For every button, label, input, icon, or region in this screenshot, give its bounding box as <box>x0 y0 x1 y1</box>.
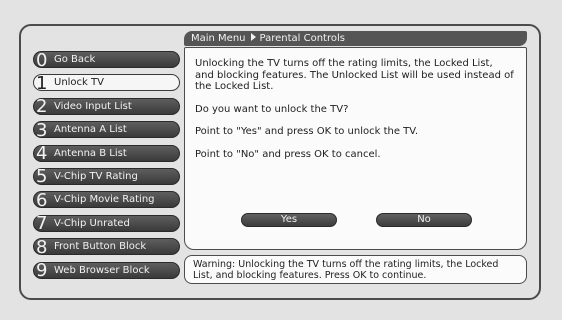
menu-item-number: 5 <box>36 166 48 188</box>
unlock-dialog: Unlocking the TV turns off the rating li… <box>184 47 527 250</box>
menu-item-number: 0 <box>36 49 48 71</box>
menu-item-number: 8 <box>36 236 48 258</box>
menu-item-label: Antenna A List <box>54 124 127 136</box>
menu-item-label: V-Chip Unrated <box>54 217 130 229</box>
parental-controls-menu: 0 Go Back 1 Unlock TV 2 Video Input List… <box>33 51 180 285</box>
menu-item-number: 9 <box>36 260 48 282</box>
menu-item-label: V-Chip TV Rating <box>54 170 138 182</box>
menu-item-number: 3 <box>36 119 48 141</box>
dialog-yes-hint: Point to "Yes" and press OK to unlock th… <box>195 126 419 137</box>
menu-item-antenna-a-list[interactable]: 3 Antenna A List <box>33 119 180 141</box>
menu-item-web-browser-block[interactable]: 9 Web Browser Block <box>33 260 180 282</box>
menu-item-label: Video Input List <box>54 100 132 112</box>
menu-item-antenna-b-list[interactable]: 4 Antenna B List <box>33 143 180 165</box>
menu-item-number: 6 <box>36 189 48 211</box>
menu-item-label: Go Back <box>54 54 96 65</box>
menu-item-number: 7 <box>36 213 48 235</box>
dialog-button-row: Yes No <box>241 213 481 227</box>
breadcrumb-root: Main Menu <box>191 33 246 44</box>
breadcrumb: Main Menu Parental Controls <box>184 31 527 46</box>
menu-item-number: 2 <box>36 96 48 118</box>
menu-item-label: Unlock TV <box>54 77 104 89</box>
breadcrumb-current: Parental Controls <box>259 33 345 44</box>
menu-item-video-input-list[interactable]: 2 Video Input List <box>33 96 180 118</box>
menu-item-number: 1 <box>36 72 48 94</box>
menu-item-vchip-tv-rating[interactable]: 5 V-Chip TV Rating <box>33 166 180 188</box>
warning-message: Warning: Unlocking the TV turns off the … <box>184 255 527 284</box>
dialog-description: Unlocking the TV turns off the rating li… <box>195 58 514 92</box>
menu-item-label: Antenna B List <box>54 147 127 159</box>
menu-item-unlock-tv[interactable]: 1 Unlock TV <box>33 72 180 94</box>
menu-item-label: V-Chip Movie Rating <box>54 194 155 206</box>
menu-item-go-back[interactable]: 0 Go Back <box>33 49 180 71</box>
yes-button[interactable]: Yes <box>241 213 337 227</box>
menu-item-label: Web Browser Block <box>54 264 150 276</box>
dialog-no-hint: Point to "No" and press OK to cancel. <box>195 148 381 160</box>
menu-item-front-button-block[interactable]: 8 Front Button Block <box>33 236 180 258</box>
menu-item-vchip-movie-rating[interactable]: 6 V-Chip Movie Rating <box>33 189 180 211</box>
dialog-question: Do you want to unlock the TV? <box>195 103 349 115</box>
chevron-right-icon <box>250 33 256 41</box>
no-button[interactable]: No <box>376 213 472 227</box>
menu-item-vchip-unrated[interactable]: 7 V-Chip Unrated <box>33 213 180 235</box>
menu-item-number: 4 <box>36 143 48 165</box>
menu-item-label: Front Button Block <box>54 241 147 253</box>
